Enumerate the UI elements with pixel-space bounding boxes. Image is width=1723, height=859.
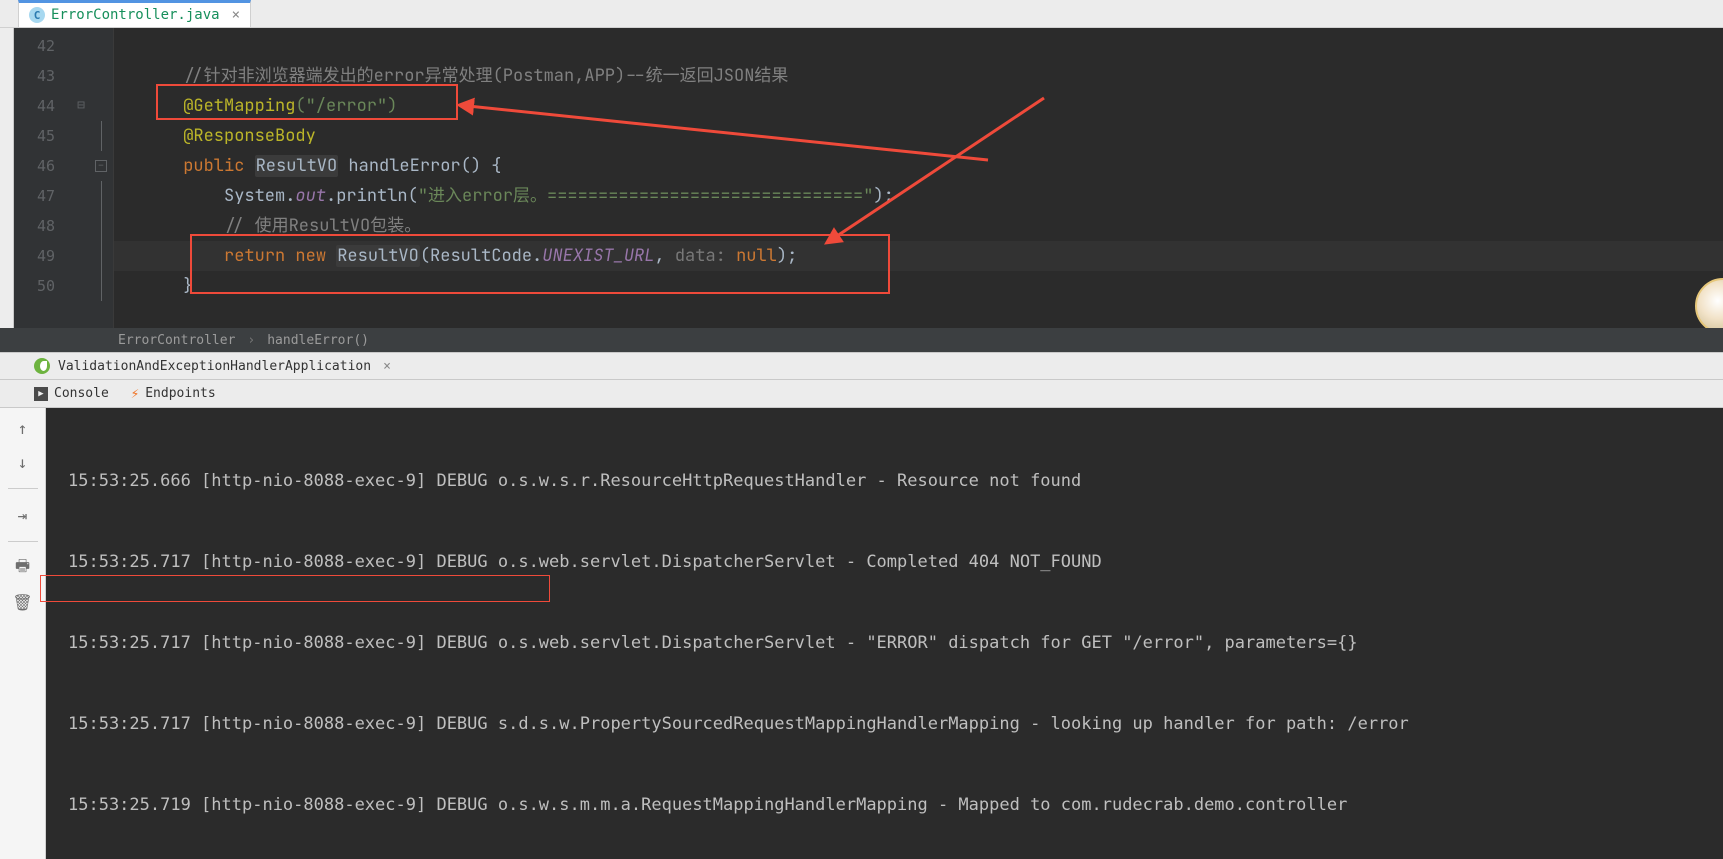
chevron-right-icon	[241, 333, 261, 348]
gutter-line: 47	[14, 181, 113, 211]
fold-end-icon: ⊟	[75, 100, 87, 112]
gutter-line: 45	[14, 121, 113, 151]
console-line: 15:53:25.717 [http-nio-8088-exec-9] DEBU…	[68, 711, 1723, 738]
code-line: System.out.println("进入error层。===========…	[114, 181, 1723, 211]
code-line: public ResultVO handleError() {	[114, 151, 1723, 181]
editor-tab-errorcontroller[interactable]: C ErrorController.java ×	[18, 0, 251, 27]
gutter-line: 49	[14, 241, 113, 271]
scroll-down-icon[interactable]: ↓	[13, 452, 33, 472]
editor-gutter: 42 43 44⊟ 45 46− 47 48 49 50	[14, 28, 114, 328]
scroll-up-icon[interactable]: ↑	[13, 418, 33, 438]
gutter-line: 42	[14, 31, 113, 61]
console-icon: ▶	[34, 387, 48, 401]
code-line: // 使用ResultVO包装。	[114, 211, 1723, 241]
editor-tab-bar: C ErrorController.java ×	[0, 0, 1723, 28]
code-line: //针对非浏览器端发出的error异常处理(Postman,APP)--统一返回…	[114, 61, 1723, 91]
code-line	[114, 31, 1723, 61]
breadcrumb: ErrorController handleError()	[0, 328, 1723, 352]
annotation-highlight-3	[40, 575, 550, 602]
run-config-name[interactable]: ValidationAndExceptionHandlerApplication	[58, 359, 371, 374]
code-line-current: return new ResultVO(ResultCode.UNEXIST_U…	[114, 241, 1723, 271]
run-tool-window: ↑ ↓ ⇥ 🖶 🗑 15:53:25.666 [http-nio-8088-ex…	[0, 408, 1723, 859]
spring-boot-icon	[34, 358, 50, 374]
console-line: 15:53:25.719 [http-nio-8088-exec-9] DEBU…	[68, 792, 1723, 819]
tab-console[interactable]: ▶ Console	[34, 386, 109, 401]
code-line: }	[114, 271, 1723, 301]
breadcrumb-class[interactable]: ErrorController	[118, 333, 235, 348]
close-icon[interactable]: ×	[232, 7, 240, 23]
gutter-line: 50	[14, 271, 113, 301]
code-line: @GetMapping("/error")	[114, 91, 1723, 121]
trash-icon[interactable]: 🗑	[13, 592, 33, 612]
editor-left-strip	[0, 28, 14, 328]
code-content[interactable]: //针对非浏览器端发出的error异常处理(Postman,APP)--统一返回…	[114, 28, 1723, 328]
fold-icon[interactable]: −	[95, 160, 107, 172]
editor-tab-filename: ErrorController.java	[51, 7, 220, 23]
run-subtab-bar: ▶ Console ⚡ Endpoints	[0, 380, 1723, 408]
gutter-line: 48	[14, 211, 113, 241]
run-toolbar: ↑ ↓ ⇥ 🖶 🗑	[0, 408, 46, 859]
code-line: @ResponseBody	[114, 121, 1723, 151]
console-output[interactable]: 15:53:25.666 [http-nio-8088-exec-9] DEBU…	[46, 408, 1723, 859]
gutter-line: 46−	[14, 151, 113, 181]
java-class-icon: C	[29, 7, 45, 23]
console-line: 15:53:25.717 [http-nio-8088-exec-9] DEBU…	[68, 549, 1723, 576]
print-icon[interactable]: 🖶	[13, 558, 33, 578]
tab-endpoints[interactable]: ⚡ Endpoints	[131, 386, 216, 402]
gutter-line: 43	[14, 61, 113, 91]
code-editor[interactable]: 42 43 44⊟ 45 46− 47 48 49 50 //针对非浏览器端发出…	[0, 28, 1723, 328]
breadcrumb-method[interactable]: handleError()	[267, 333, 369, 348]
console-line: 15:53:25.717 [http-nio-8088-exec-9] DEBU…	[68, 630, 1723, 657]
close-icon[interactable]: ×	[383, 359, 391, 374]
gutter-line: 44⊟	[14, 91, 113, 121]
endpoints-icon: ⚡	[131, 386, 139, 402]
soft-wrap-icon[interactable]: ⇥	[13, 505, 33, 525]
run-config-tab-bar: ValidationAndExceptionHandlerApplication…	[0, 352, 1723, 380]
console-line: 15:53:25.666 [http-nio-8088-exec-9] DEBU…	[68, 468, 1723, 495]
